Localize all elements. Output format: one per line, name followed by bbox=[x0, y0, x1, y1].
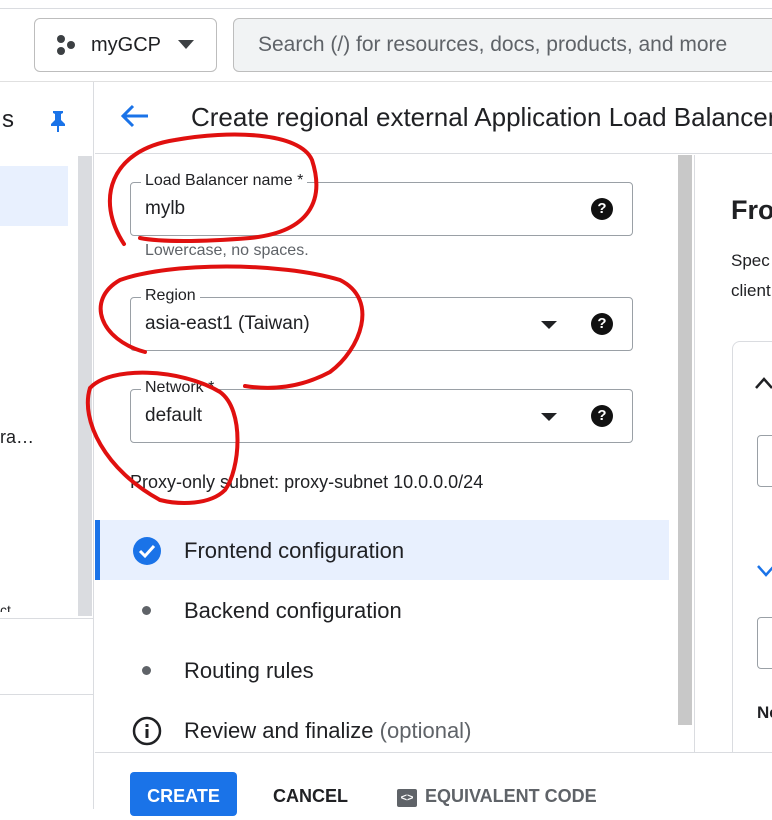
chevron-up-icon[interactable] bbox=[755, 377, 772, 389]
help-icon[interactable]: ? bbox=[591, 405, 613, 427]
field-hint: Lowercase, no spaces. bbox=[145, 242, 309, 259]
nav-item-selected[interactable] bbox=[0, 166, 68, 226]
form-scrollbar[interactable] bbox=[678, 155, 692, 725]
project-picker-button[interactable]: myGCP bbox=[34, 18, 217, 72]
step-backend-configuration[interactable]: Backend configuration bbox=[95, 580, 669, 640]
network-select[interactable]: Network * default ? bbox=[130, 379, 633, 443]
action-bar: CREATE CANCEL <> EQUIVALENT CODE bbox=[95, 752, 772, 816]
field-label: Network * bbox=[141, 379, 219, 397]
panel-heading: Fro bbox=[731, 195, 772, 225]
dropdown-arrow-icon[interactable] bbox=[541, 413, 557, 421]
dropdown-arrow-icon[interactable] bbox=[541, 321, 557, 329]
top-divider bbox=[0, 8, 772, 9]
panel-input[interactable] bbox=[757, 435, 772, 487]
optional-tag: (optional) bbox=[379, 718, 472, 743]
cancel-button[interactable]: CANCEL bbox=[273, 786, 348, 807]
nav-divider bbox=[0, 618, 94, 619]
field-label: Load Balancer name * bbox=[141, 172, 308, 190]
panel-card bbox=[732, 341, 772, 753]
page-title: Create regional external Application Loa… bbox=[191, 102, 772, 132]
help-icon[interactable]: ? bbox=[591, 198, 613, 220]
panel-text: Spec bbox=[731, 251, 770, 270]
search-input[interactable]: Search (/) for resources, docs, products… bbox=[233, 18, 772, 72]
search-placeholder: Search (/) for resources, docs, products… bbox=[258, 33, 728, 56]
step-label: Routing rules bbox=[184, 658, 314, 683]
nav-title: s bbox=[2, 106, 14, 133]
step-label: Frontend configuration bbox=[184, 538, 405, 563]
create-button[interactable]: CREATE bbox=[130, 772, 237, 816]
step-routing-rules[interactable]: Routing rules bbox=[95, 640, 669, 700]
proxy-subnet-info: Proxy-only subnet: proxy-subnet 10.0.0.0… bbox=[130, 472, 484, 492]
bullet-icon bbox=[142, 606, 151, 615]
nav-scrollbar[interactable] bbox=[78, 156, 92, 616]
back-arrow-icon[interactable] bbox=[121, 104, 149, 128]
region-select[interactable]: Region asia-east1 (Taiwan) ? bbox=[130, 287, 633, 351]
field-value: asia-east1 (Taiwan) bbox=[145, 313, 310, 334]
top-bar: myGCP Search (/) for resources, docs, pr… bbox=[0, 0, 772, 82]
step-label: Backend configuration bbox=[184, 598, 402, 623]
code-icon: <> bbox=[397, 789, 417, 807]
nav-item-truncated-2[interactable]: ct bbox=[0, 602, 11, 612]
panel-text: client bbox=[731, 281, 771, 300]
equivalent-code-label: EQUIVALENT CODE bbox=[425, 786, 597, 806]
field-value[interactable]: mylb bbox=[145, 198, 185, 220]
info-icon bbox=[132, 716, 162, 746]
chevron-down-icon bbox=[178, 40, 194, 49]
equivalent-code-button[interactable]: <> EQUIVALENT CODE bbox=[397, 786, 597, 807]
side-nav: s ra… ct bbox=[0, 82, 94, 809]
step-label-text: Review and finalize bbox=[184, 718, 374, 743]
page-header: Create regional external Application Loa… bbox=[95, 82, 772, 154]
pin-icon[interactable] bbox=[48, 110, 68, 132]
load-balancer-name-field[interactable]: Load Balancer name * mylb ? bbox=[130, 172, 633, 236]
step-frontend-configuration[interactable]: Frontend configuration bbox=[95, 520, 669, 580]
panel-label: Ne bbox=[757, 703, 772, 722]
bullet-icon bbox=[142, 666, 151, 675]
help-icon[interactable]: ? bbox=[591, 313, 613, 335]
panel-input[interactable] bbox=[757, 617, 772, 669]
project-icon bbox=[57, 35, 75, 55]
check-circle-icon bbox=[133, 537, 161, 565]
step-review-and-finalize[interactable]: Review and finalize (optional) bbox=[95, 700, 669, 760]
step-label: Review and finalize (optional) bbox=[184, 718, 471, 744]
field-value: default bbox=[145, 405, 203, 426]
chevron-down-icon[interactable] bbox=[757, 565, 772, 577]
nav-divider bbox=[0, 694, 94, 695]
project-name: myGCP bbox=[91, 33, 161, 56]
field-label: Region bbox=[141, 287, 200, 305]
right-panel: Fro Spec client Ne bbox=[694, 155, 772, 753]
nav-item-truncated[interactable]: ra… bbox=[0, 427, 34, 448]
